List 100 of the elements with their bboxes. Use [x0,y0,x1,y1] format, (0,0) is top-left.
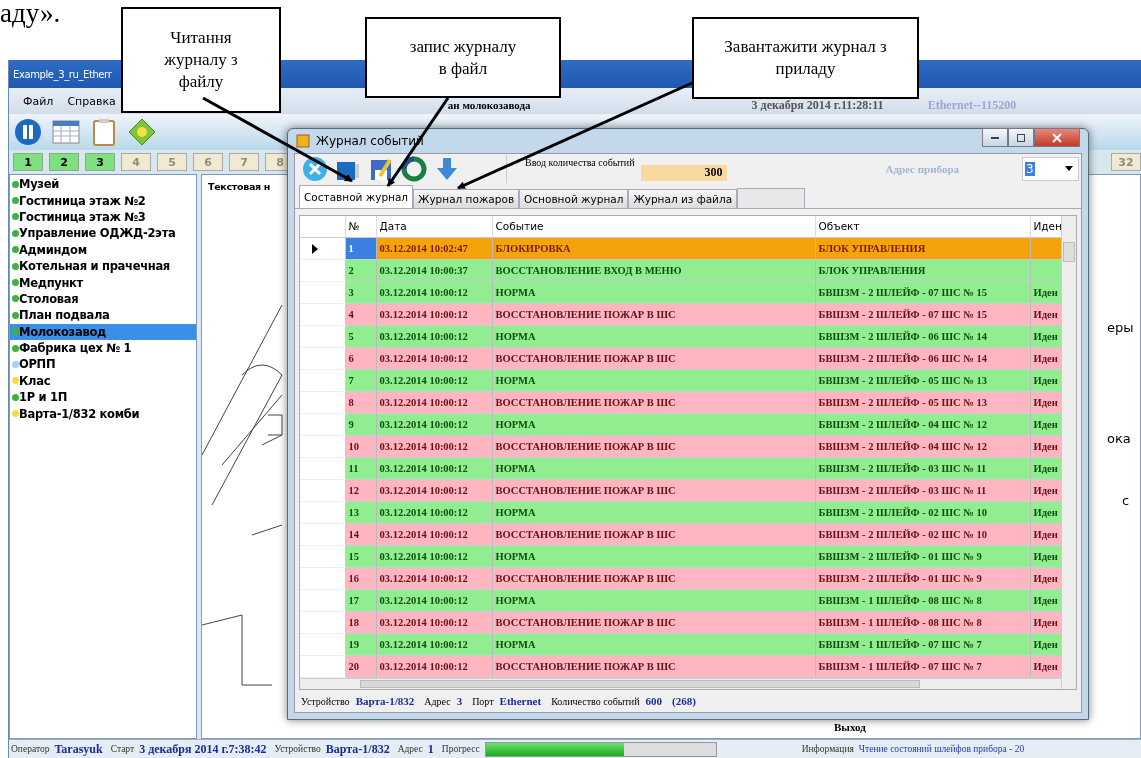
status-info: Чтение состояний шлейфов прибора - 20 [858,744,1025,754]
close-button[interactable] [1034,128,1080,148]
status-label: Старт [110,744,135,754]
status-value: (268) [672,695,696,707]
page-button[interactable]: 2 [49,153,79,171]
page-button[interactable]: 3 [85,153,115,171]
close-circle-icon [302,155,328,182]
table-icon [51,117,81,147]
sidebar-item[interactable]: Медпункт [10,274,196,291]
table-cell: ВОССТАНОВЛЕНИЕ ВХОД В МЕНЮ [492,259,815,282]
info-diamond-icon [127,117,157,147]
sidebar-item-label: Котельная и прачечная [19,259,170,274]
sidebar-item-label: Музей [19,177,59,192]
status-value: 600 [645,695,663,707]
count-field[interactable]: 300 [640,164,727,181]
minimize-icon [991,136,999,139]
status-label: Прогресс [441,744,480,754]
maximize-icon [1016,132,1026,143]
status-value: Ethernet [499,695,542,707]
map-title: Текстовая н [208,181,271,192]
table-cell: БВШЗМ - 1 ШЛЕЙФ - 08 ШС № 8 [815,589,1030,612]
callout-box: Завантажити журнал з приладу [692,17,919,99]
sidebar-item[interactable]: Музей [10,176,196,193]
status-label: Устройство [274,744,321,754]
table-cell: НОРМА [492,589,815,612]
page-button[interactable]: 1 [13,153,43,171]
sidebar-item-label: Столовая [19,291,79,306]
address-label: Адрес прибора [885,162,959,175]
table-cell: БВШЗМ - 2 ШЛЕЙФ - 02 ШС № 10 [815,523,1030,546]
menu-item[interactable]: Файл [23,94,54,108]
sidebar-item-label: Молокозавод [19,324,106,339]
sidebar-item[interactable]: Гостиница этаж №2 [10,192,196,209]
tab[interactable]: Журнал пожаров [413,188,520,208]
sidebar-item[interactable]: Управление ОДЖД-2эта [10,225,196,242]
plan-title: ан молокозавода [447,98,531,111]
status-value: 1 [427,741,434,757]
column-header[interactable]: Объект [815,215,1030,238]
sidebar-item[interactable]: Молокозавод [10,323,196,340]
table-cell: БВШЗМ - 2 ШЛЕЙФ - 04 ШС № 12 [815,435,1030,458]
table-cell: НОРМА [492,633,815,656]
window-title: Example_3_ru_Etherr [13,68,112,80]
maximize-button[interactable] [1008,128,1034,148]
table-cell: ВОССТАНОВЛЕНИЕ ПОЖАР В ШС [492,347,815,370]
sidebar-item[interactable]: Админдом [10,241,196,258]
column-header[interactable]: № [345,215,376,238]
map-text: еры [1107,320,1134,335]
tab[interactable]: Составной журнал [299,184,414,208]
sidebar-item[interactable]: ОРПП [10,356,196,373]
cancel-button[interactable] [301,154,329,183]
table-cell: ВОССТАНОВЛЕНИЕ ПОЖАР В ШС [492,567,815,590]
sidebar-item[interactable]: Клас [10,372,196,390]
table-cell: БВШЗМ - 2 ШЛЕЙФ - 01 ШС № 9 [815,567,1030,590]
table-cell: НОРМА [492,281,815,304]
table-cell: БВШЗМ - 1 ШЛЕЙФ - 08 ШС № 8 [815,611,1030,634]
sidebar-item[interactable]: План подвала [10,307,196,324]
map-text: с [1122,493,1130,508]
status-label: Адрес [424,695,451,707]
sidebar-item[interactable]: 1Р и 1П [10,389,196,406]
column-header[interactable]: Дата [376,215,492,238]
sidebar-item-label: Админдом [19,242,87,257]
caret-icon [1065,165,1073,172]
sidebar-item[interactable]: Гостиница этаж №3 [10,208,196,226]
tab[interactable]: Журнал из файла [628,188,738,208]
sidebar-item[interactable]: Столовая [10,290,196,308]
table-cell: БВШЗМ - 2 ШЛЕЙФ - 02 ШС № 10 [815,501,1030,524]
menu-item[interactable]: Справка [67,94,116,108]
sidebar-item[interactable]: Фабрика цех № 1 [10,339,196,357]
table-cell: НОРМА [492,369,815,392]
table-cell: НОРМА [492,545,815,568]
status-label: Порт [472,695,494,707]
down-arrow-icon [434,155,460,182]
horizontal-scrollbar[interactable] [300,678,1061,689]
status-label: Оператор [11,744,50,754]
callout-box: запис журналу в файл [365,17,561,98]
table-cell: БВШЗМ - 2 ШЛЕЙФ - 06 ШС № 14 [815,347,1030,370]
refresh-button[interactable] [400,154,428,183]
tab[interactable]: Основной журнал [519,188,629,208]
table-cell: ВОССТАНОВЛЕНИЕ ПОЖАР В ШС [492,391,815,414]
sidebar-item-label: Фабрика цех № 1 [19,341,132,356]
sidebar-item-label: План подвала [19,308,110,323]
column-header[interactable]: Событие [492,215,815,238]
minimize-button[interactable] [982,128,1008,148]
sidebar-item-label: Варта-1/832 комби [19,406,140,421]
table-cell: БВШЗМ - 2 ШЛЕЙФ - 07 ШС № 15 [815,281,1030,304]
sidebar-item[interactable]: Варта-1/832 комби [10,405,196,422]
status-value: Варта-1/832 [325,741,390,757]
table-cell: БВШЗМ - 2 ШЛЕЙФ - 04 ШС № 12 [815,413,1030,436]
sidebar-item-label: Медпункт [19,275,83,290]
row-header[interactable] [300,237,345,260]
address-dropdown[interactable]: 3 [1022,156,1079,181]
vertical-scrollbar[interactable] [1061,215,1076,689]
status-label: Устройство [301,695,350,707]
sidebar-item[interactable]: Котельная и прачечная [10,257,196,275]
exit-label: Выход [834,721,866,733]
table-cell: ВОССТАНОВЛЕНИЕ ПОЖАР В ШС [492,611,815,634]
table-cell: НОРМА [492,501,815,524]
table-cell: ВОССТАНОВЛЕНИЕ ПОЖАР В ШС [492,655,815,678]
sidebar-item-label: ОРПП [19,357,56,372]
date-time: 3 декабря 2014 г.11:28:11 [751,96,884,113]
table-cell: БВШЗМ - 1 ШЛЕЙФ - 07 ШС № 7 [815,633,1030,656]
